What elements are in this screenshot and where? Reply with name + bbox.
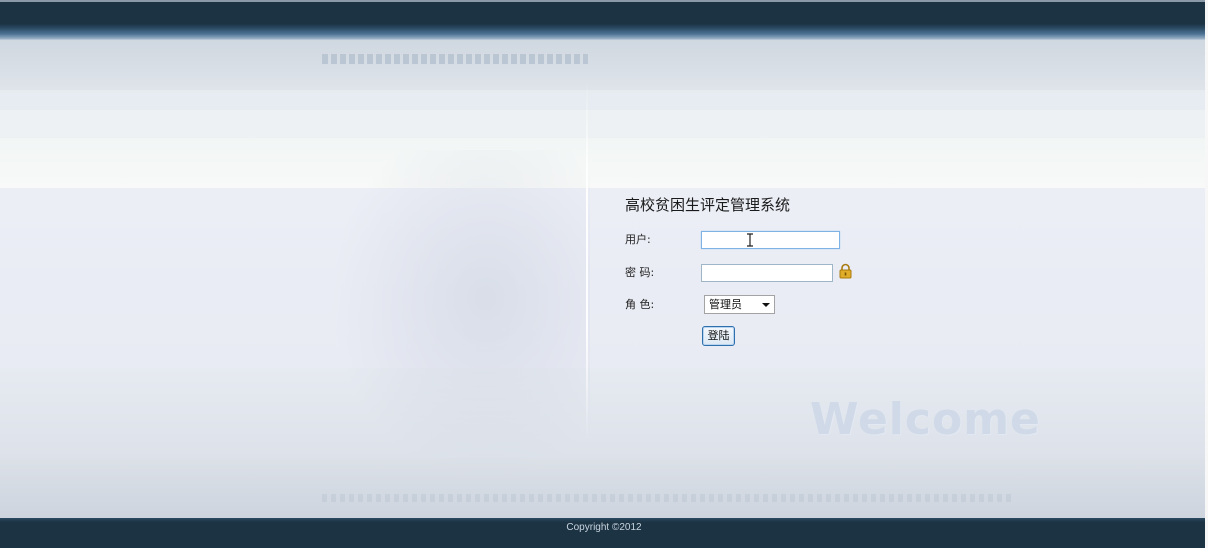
background-band [0,138,1205,188]
system-title: 高校贫困生评定管理系统 [625,196,791,214]
username-input[interactable] [701,231,840,249]
background-band [0,40,1205,90]
login-page: Welcome 高校贫困生评定管理系统 用户: 密 码: 角 色: 管理员 登陆… [0,0,1208,548]
role-selected-value: 管理员 [709,298,742,311]
lock-icon [839,263,852,279]
role-label: 角 色: [625,298,655,311]
decorative-dots-top [322,54,588,64]
text-cursor-icon [747,233,753,247]
decorative-dots-bottom [322,494,1012,502]
header-edge [0,0,1208,2]
background-band [0,110,1205,138]
welcome-watermark: Welcome [810,394,1041,445]
role-select[interactable]: 管理员 [704,295,775,314]
password-label: 密 码: [625,266,655,279]
background-band [0,188,1205,368]
background-band [0,458,1205,518]
background-band [0,92,1205,110]
background-glow [330,150,590,480]
copyright-text: Copyright ©2012 [566,522,642,533]
panel-divider [586,80,588,440]
password-input[interactable] [701,264,833,282]
user-label: 用户: [625,233,651,246]
header-bar [0,0,1208,40]
chevron-down-icon [762,303,770,307]
login-button[interactable]: 登陆 [702,326,735,346]
